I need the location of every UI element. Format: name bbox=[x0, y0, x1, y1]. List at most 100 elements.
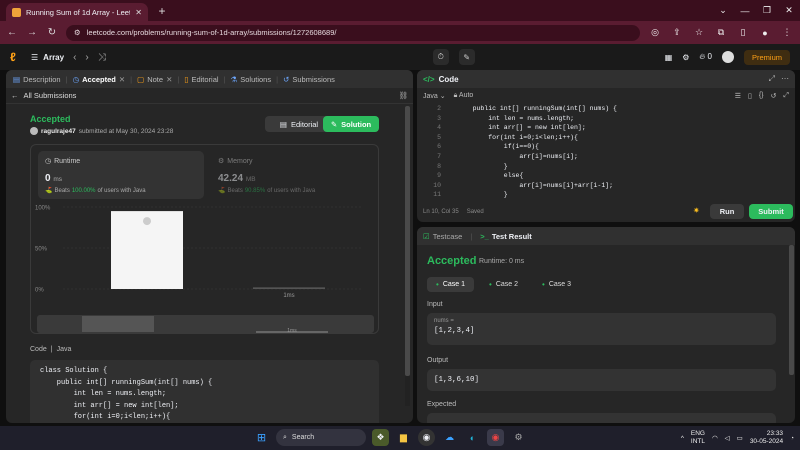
streak-counter[interactable]: 🔥︎ 0 bbox=[699, 52, 712, 62]
user-avatar[interactable] bbox=[30, 127, 38, 135]
clock[interactable]: 23:33 30-05-2024 bbox=[750, 430, 783, 446]
editor-line: arr[i]=nums[i]+arr[i-1]; bbox=[457, 181, 614, 189]
tab-description[interactable]: ▤ Description bbox=[10, 75, 64, 84]
output-label: Output bbox=[427, 357, 449, 364]
new-tab-button[interactable]: + bbox=[154, 3, 170, 19]
tab-note[interactable]: ▢ Note ✕ bbox=[134, 75, 175, 84]
editor-line: } bbox=[457, 191, 508, 199]
edge-icon[interactable]: ◐ bbox=[464, 429, 481, 446]
prev-problem-icon[interactable]: ‹ bbox=[73, 52, 76, 63]
output-box: [1,3,6,10] bbox=[427, 369, 776, 391]
onedrive-icon[interactable]: ☁ bbox=[441, 429, 458, 446]
back-icon[interactable]: ← bbox=[6, 27, 18, 38]
tab-accepted[interactable]: ◷ Accepted ✕ bbox=[70, 75, 129, 84]
file-explorer-icon[interactable]: ▆ bbox=[395, 429, 412, 446]
avatar[interactable] bbox=[721, 51, 734, 63]
menu-icon[interactable]: ⋮ bbox=[780, 26, 794, 40]
expected-box bbox=[427, 413, 776, 423]
layout-icon[interactable]: ▦ bbox=[665, 53, 673, 62]
search-icon: ⌕ bbox=[283, 433, 287, 441]
fullscreen-icon[interactable]: ⤢ bbox=[783, 92, 789, 100]
volume-icon[interactable]: ◁ bbox=[725, 434, 730, 442]
wifi-icon[interactable]: ◠ bbox=[712, 434, 718, 442]
language-select[interactable]: Java ⌄ bbox=[423, 92, 446, 100]
memory-card[interactable]: ⚙ Memory 42.24 MB ⛳ Beats 90.85% of users wi… bbox=[211, 151, 371, 199]
notes-icon[interactable]: ✎ bbox=[458, 49, 475, 65]
timer-icon[interactable]: ⏱ bbox=[432, 49, 449, 65]
clock-icon: ◷ bbox=[72, 74, 80, 84]
result-scrollbar[interactable] bbox=[789, 245, 794, 400]
format-icon[interactable]: ☰ bbox=[735, 92, 741, 100]
forward-icon[interactable]: → bbox=[26, 27, 38, 38]
taskbar-search[interactable]: ⌕ Search bbox=[276, 429, 366, 446]
case-label: Case 3 bbox=[548, 281, 571, 288]
lock-icon: 🔒︎ bbox=[453, 91, 458, 99]
problem-list-label: Array bbox=[43, 52, 65, 62]
browser-tab[interactable]: Running Sum of 1d Array - Leet ✕ bbox=[6, 3, 148, 21]
more-icon[interactable]: ⋯ bbox=[781, 74, 789, 84]
submission-status: Accepted bbox=[30, 114, 71, 124]
test-result-label: Test Result bbox=[491, 231, 532, 241]
extensions-icon[interactable]: ⧉ bbox=[714, 26, 728, 40]
code-editor[interactable]: 2 public int[] runningSum(int[] nums) {3… bbox=[417, 104, 795, 200]
chrome-icon[interactable]: ◉ bbox=[487, 429, 504, 446]
site-info-icon[interactable]: ⚙ bbox=[74, 28, 81, 37]
tab-submissions[interactable]: ↺ Submissions bbox=[280, 75, 338, 84]
case-1-tab[interactable]: • Case 1 bbox=[427, 277, 474, 292]
submission-byline: ragulraje47 submitted at May 30, 2024 23… bbox=[30, 127, 173, 135]
flask-icon: ⚗ bbox=[230, 74, 238, 84]
bookmark-icon[interactable]: ▯ bbox=[748, 92, 752, 100]
all-submissions-link[interactable]: ← All Submissions ⛓ bbox=[6, 88, 413, 104]
solution-button[interactable]: ✎ Solution bbox=[323, 116, 379, 132]
minimize-button[interactable]: — bbox=[734, 0, 756, 21]
settings-app-icon[interactable]: ⚙ bbox=[510, 429, 527, 446]
reset-icon[interactable]: ↺ bbox=[771, 92, 777, 100]
profile-icon[interactable]: ● bbox=[758, 26, 772, 40]
runtime-card[interactable]: ◷ Runtime 0 ms ⛳ Beats 100.00% of users with… bbox=[38, 151, 204, 199]
restore-button[interactable]: ❐ bbox=[756, 0, 778, 21]
case-2-tab[interactable]: • Case 2 bbox=[480, 277, 527, 292]
language-indicator[interactable]: ENG INTL bbox=[691, 430, 705, 446]
dell-icon[interactable]: ◉ bbox=[418, 429, 435, 446]
lightbulb-icon[interactable]: ✷ bbox=[693, 206, 700, 215]
tab-search-icon[interactable]: ⌄ bbox=[712, 0, 734, 21]
run-button[interactable]: Run bbox=[710, 204, 744, 219]
windows-start-icon[interactable]: ⊞ bbox=[253, 429, 270, 446]
close-tab-icon[interactable]: ✕ bbox=[135, 8, 142, 17]
tab-test-result[interactable]: >_ Test Result bbox=[480, 232, 531, 241]
premium-button[interactable]: Premium bbox=[743, 49, 790, 65]
case-3-tab[interactable]: • Case 3 bbox=[533, 277, 580, 292]
battery-icon[interactable]: ▭ bbox=[737, 434, 743, 442]
tab-solutions[interactable]: ⚗ Solutions bbox=[228, 75, 275, 84]
eye-off-icon[interactable]: ◎ bbox=[648, 26, 662, 40]
left-scrollbar[interactable] bbox=[405, 106, 410, 406]
beats-icon: ⛳ bbox=[45, 188, 53, 194]
description-icon: ▤ bbox=[13, 74, 21, 84]
next-problem-icon[interactable]: › bbox=[85, 52, 88, 63]
share-icon[interactable]: ⇪ bbox=[670, 26, 684, 40]
autocomplete-toggle[interactable]: 🔒︎ Auto bbox=[454, 92, 474, 100]
close-tab-icon[interactable]: ✕ bbox=[119, 75, 125, 84]
braces-icon[interactable]: {} bbox=[759, 92, 764, 100]
bookmark-star-icon[interactable]: ☆ bbox=[692, 26, 706, 40]
y-tick-label: 100% bbox=[35, 206, 51, 212]
widgets-icon[interactable]: ❖ bbox=[372, 429, 389, 446]
link-icon[interactable]: ⛓ bbox=[398, 91, 408, 100]
url-field[interactable]: ⚙ leetcode.com/problems/running-sum-of-1… bbox=[66, 24, 640, 41]
maximize-icon[interactable]: ⤢ bbox=[769, 74, 775, 84]
close-tab-icon[interactable]: ✕ bbox=[166, 75, 172, 84]
tray-chevron-icon[interactable]: ^ bbox=[681, 435, 684, 442]
reload-icon[interactable]: ↻ bbox=[46, 27, 58, 38]
username[interactable]: ragulraje47 bbox=[41, 128, 76, 135]
note-icon: ▢ bbox=[137, 74, 145, 84]
leetcode-logo-icon[interactable]: ℓ bbox=[10, 50, 22, 64]
tab-editorial[interactable]: ▯ Editorial bbox=[181, 75, 221, 84]
sidebar-icon[interactable]: ▯ bbox=[736, 26, 750, 40]
close-window-button[interactable]: ✕ bbox=[778, 0, 800, 21]
shuffle-icon[interactable]: ⤨ bbox=[98, 52, 106, 63]
submit-button[interactable]: Submit bbox=[749, 204, 793, 219]
problem-list-button[interactable]: ☰ Array bbox=[31, 53, 64, 62]
notifications-icon[interactable]: ◔ bbox=[790, 435, 794, 442]
settings-icon[interactable]: ⚙ bbox=[682, 53, 689, 62]
tab-testcase[interactable]: ☑ Testcase bbox=[423, 232, 462, 241]
